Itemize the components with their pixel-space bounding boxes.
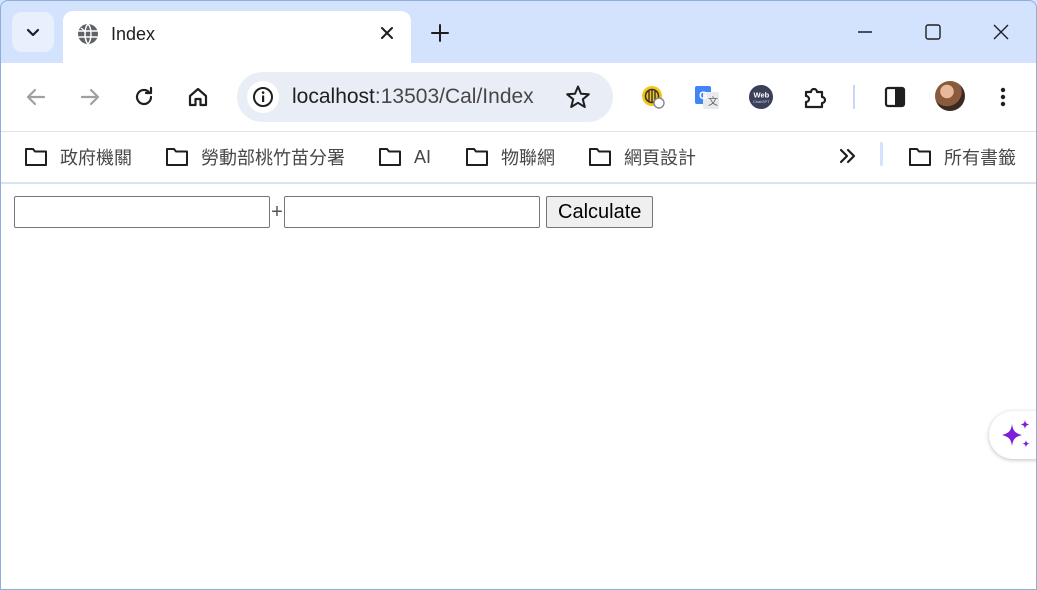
forward-button[interactable] — [76, 83, 104, 111]
info-icon — [253, 87, 273, 107]
folder-icon — [466, 148, 488, 166]
chrome-menu-button[interactable] — [989, 83, 1017, 111]
bookmark-label: 勞動部桃竹苗分署 — [201, 148, 345, 168]
folder-icon — [589, 148, 611, 166]
active-tab[interactable]: Index — [63, 11, 411, 63]
minimize-button[interactable] — [850, 17, 880, 47]
close-window-button[interactable] — [986, 17, 1016, 47]
url-text: localhost:13503/Cal/Index — [292, 85, 534, 109]
webchatgpt-icon: WebChatGPT — [749, 85, 773, 109]
second-number-input[interactable] — [284, 196, 540, 228]
chevron-down-icon — [26, 28, 40, 37]
svg-text:文: 文 — [708, 95, 718, 108]
first-number-input[interactable] — [14, 196, 270, 228]
new-tab-plus-icon[interactable] — [429, 22, 451, 44]
browser-toolbar: localhost:13503/Cal/Index G文 Web ChatGPT — [1, 63, 1036, 131]
close-icon — [993, 24, 1009, 40]
extensions-puzzle-icon — [804, 87, 827, 109]
bookmark-folder-0[interactable]: 政府機關 — [24, 143, 132, 171]
page-content: + Calculate — [1, 184, 1036, 589]
bookmark-folder-3[interactable]: 物聯網 — [465, 143, 555, 171]
url-path: :13503/Cal/Index — [374, 85, 534, 108]
bookmark-label: 物聯網 — [501, 148, 555, 168]
google-translate-icon: G文 — [695, 86, 719, 109]
arrow-forward-icon — [80, 88, 100, 106]
back-button[interactable] — [22, 83, 50, 111]
side-panel-button[interactable] — [881, 83, 909, 111]
reload-button[interactable] — [130, 83, 158, 111]
globe-icon — [78, 23, 98, 45]
calculate-button[interactable]: Calculate — [546, 196, 654, 228]
double-chevron-right-icon[interactable] — [837, 145, 859, 167]
maximize-button[interactable] — [918, 17, 948, 47]
more-vertical-icon — [1000, 87, 1006, 107]
bookmarks-separator — [880, 142, 883, 166]
bookmark-folder-2[interactable]: AI — [378, 143, 431, 171]
toolbar-divider — [853, 85, 855, 109]
arrow-back-icon — [26, 88, 46, 106]
google-translate-extension-button[interactable]: G文 — [693, 83, 721, 111]
all-bookmarks-folder[interactable]: 所有書籤 — [908, 143, 1016, 171]
bookmark-label: 所有書籤 — [944, 148, 1016, 168]
browser-window: Index localhost:13503/Cal/Index G 文 Web … — [0, 0, 1037, 590]
folder-icon — [909, 148, 931, 166]
sparkle-icon — [1002, 420, 1030, 448]
site-info-button[interactable] — [247, 81, 279, 113]
bookmark-label: 網頁設計 — [624, 148, 696, 168]
reload-icon — [135, 86, 153, 106]
tab-title: Index — [111, 24, 156, 44]
maximize-icon — [925, 24, 941, 40]
tab-search-button[interactable] — [12, 12, 54, 52]
folder-icon — [166, 148, 188, 166]
plus-sign: + — [271, 201, 283, 223]
bookmark-label: AI — [414, 146, 432, 167]
home-icon — [188, 87, 208, 107]
calculator-form: + Calculate — [14, 196, 654, 228]
folder-icon — [25, 148, 47, 166]
extensions-button[interactable] — [801, 83, 829, 111]
home-button[interactable] — [184, 83, 212, 111]
bookmark-folder-1[interactable]: 勞動部桃竹苗分署 — [165, 143, 345, 171]
keeper-icon — [642, 86, 665, 109]
tab-strip: Index — [1, 1, 1036, 63]
minimize-icon — [858, 31, 872, 33]
url-host: localhost — [292, 85, 375, 108]
folder-icon — [379, 148, 401, 166]
keeper-extension-button[interactable] — [639, 83, 667, 111]
webchatgpt-extension-button[interactable]: Web ChatGPT — [747, 83, 775, 111]
svg-text:ChatGPT: ChatGPT — [753, 99, 770, 104]
svg-text:G: G — [699, 90, 708, 102]
ai-assistant-button[interactable] — [989, 411, 1036, 459]
address-bar[interactable]: localhost:13503/Cal/Index — [237, 72, 613, 122]
bookmark-star-icon[interactable] — [565, 84, 591, 110]
bookmarks-bar: 政府機關 勞動部桃竹苗分署 AI 物聯網 網頁設計 所有書籤 — [1, 131, 1036, 183]
profile-avatar[interactable] — [935, 81, 965, 111]
side-panel-icon — [884, 86, 906, 108]
tab-close-icon[interactable] — [377, 23, 397, 43]
bookmark-folder-4[interactable]: 網頁設計 — [588, 143, 696, 171]
bookmark-label: 政府機關 — [60, 148, 132, 168]
